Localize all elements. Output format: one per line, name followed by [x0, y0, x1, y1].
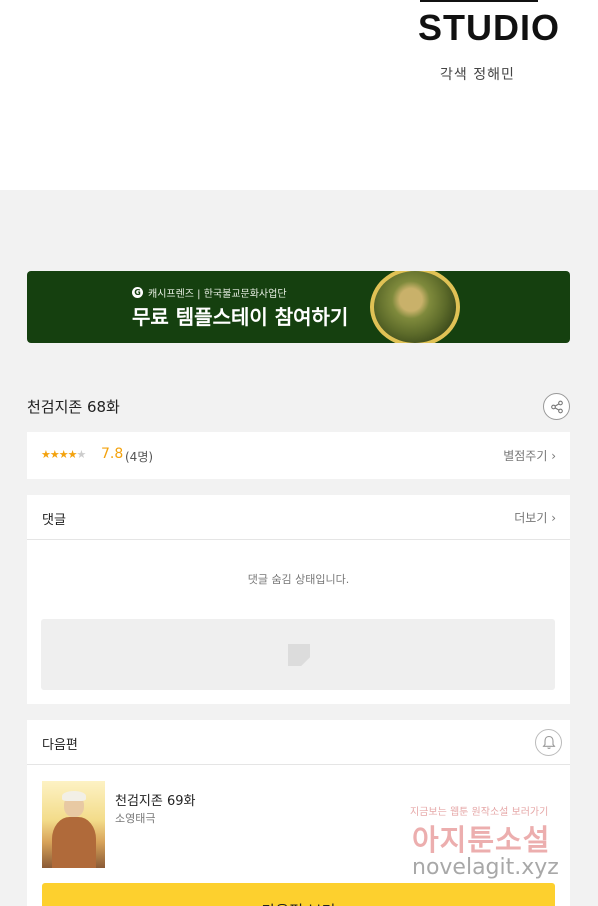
rate-button[interactable]: 별점주기 ›: [503, 447, 556, 464]
bell-icon: [541, 735, 556, 749]
comments-hidden-message: 댓글 숨김 상태입니다.: [247, 573, 350, 586]
comments-more-link[interactable]: 더보기 ›: [514, 509, 556, 526]
studio-logo-mark: [420, 0, 538, 2]
adaptation-credit: 각색 정해민: [440, 67, 515, 83]
comment-card: 댓글 더보기 › 댓글 숨김 상태입니다.: [27, 495, 570, 704]
next-episode-author: 소영태극: [115, 812, 156, 825]
episode-title: 천검지존 68화: [27, 398, 120, 416]
star-rating: ★★★★★: [41, 448, 86, 461]
banner-sponsor-text: 캐시프렌즈 | 한국불교문화사업단: [148, 289, 287, 300]
comment-title: 댓글: [42, 513, 66, 528]
cashfriends-logo-icon: G: [132, 287, 143, 298]
top-artwork-area: STUDIO 각색 정해민: [0, 0, 598, 190]
comment-header: 댓글 더보기 ›: [27, 495, 570, 540]
next-episode-header: 다음편: [27, 720, 570, 765]
banner-title: 무료 템플스테이 참여하기: [132, 305, 349, 329]
next-episode-card: 다음편 천검지존 69화 소영태극 다음편 보기: [27, 720, 570, 906]
ad-placeholder: [41, 619, 555, 690]
next-episode-title[interactable]: 천검지존 69화: [115, 790, 195, 809]
share-icon: [550, 400, 563, 413]
next-episode-button[interactable]: 다음편 보기: [42, 883, 555, 906]
placeholder-icon: [288, 644, 310, 666]
next-episode-section-title: 다음편: [42, 738, 78, 753]
share-button[interactable]: [543, 393, 570, 420]
next-episode-thumbnail[interactable]: [42, 781, 105, 868]
rating-count: (4명): [125, 450, 154, 464]
rating-score: 7.8: [101, 446, 124, 462]
notify-button[interactable]: [535, 729, 562, 756]
temple-image: [370, 271, 460, 343]
studio-logo: STUDIO: [418, 7, 561, 48]
ad-banner[interactable]: G 캐시프렌즈 | 한국불교문화사업단 무료 템플스테이 참여하기: [27, 271, 570, 343]
banner-sponsor: G 캐시프렌즈 | 한국불교문화사업단: [132, 285, 287, 300]
rating-card: ★★★★★ 7.8 (4명) 별점주기 ›: [27, 432, 570, 479]
